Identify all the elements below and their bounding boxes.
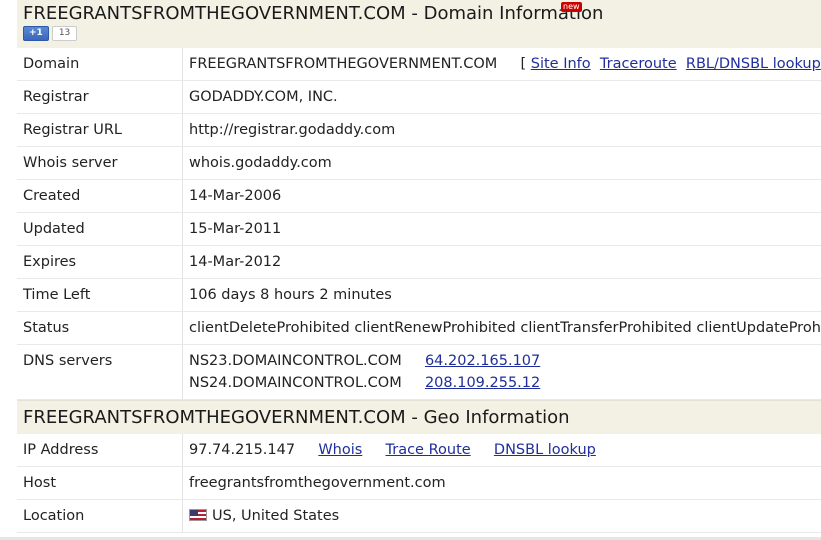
new-badge: new bbox=[561, 2, 582, 12]
dns-server-host: NS23.DOMAINCONTROL.COM bbox=[189, 353, 402, 369]
dns-server-ip-link[interactable]: 208.109.255.12 bbox=[425, 375, 540, 391]
domain-value: FREEGRANTSFROMTHEGOVERNMENT.COM bbox=[189, 56, 498, 72]
rbl-dnsbl-lookup-link[interactable]: RBL/DNSBL lookup bbox=[686, 56, 821, 72]
row-updated: Updated 15-Mar-2011 bbox=[17, 213, 821, 246]
plus-one-count: 13 bbox=[51, 26, 78, 41]
whois-report: FREEGRANTSFROMTHEGOVERNMENT.COM - Domain… bbox=[17, 0, 821, 533]
row-registrar: Registrar GODADDY.COM, INC. bbox=[17, 81, 821, 114]
updated-label: Updated bbox=[17, 213, 183, 245]
registrar-url-label: Registrar URL bbox=[17, 114, 183, 146]
location-label: Location bbox=[17, 500, 183, 532]
us-flag-icon bbox=[189, 509, 207, 521]
row-whois-server: Whois server whois.godaddy.com bbox=[17, 147, 821, 180]
status-value: clientDeleteProhibited clientRenewProhib… bbox=[189, 320, 821, 336]
row-domain: Domain FREEGRANTSFROMTHEGOVERNMENT.COM [… bbox=[17, 48, 821, 81]
ip-address-label: IP Address bbox=[17, 434, 183, 466]
expires-value: 14-Mar-2012 bbox=[189, 254, 282, 270]
dns-server-entry: NS24.DOMAINCONTROL.COM 208.109.255.12 bbox=[189, 372, 821, 394]
row-expires: Expires 14-Mar-2012 bbox=[17, 246, 821, 279]
row-dns-servers: DNS servers NS23.DOMAINCONTROL.COM 64.20… bbox=[17, 345, 821, 400]
created-label: Created bbox=[17, 180, 183, 212]
status-label: Status bbox=[17, 312, 183, 344]
domain-info-header: FREEGRANTSFROMTHEGOVERNMENT.COM - Domain… bbox=[17, 0, 821, 48]
whois-server-label: Whois server bbox=[17, 147, 183, 179]
dnsbl-lookup-link[interactable]: DNSBL lookup bbox=[494, 442, 596, 458]
geo-info-header: FREEGRANTSFROMTHEGOVERNMENT.COM - Geo In… bbox=[17, 400, 821, 434]
whois-server-value: whois.godaddy.com bbox=[189, 155, 332, 171]
updated-value: 15-Mar-2011 bbox=[189, 221, 282, 237]
domain-info-title: FREEGRANTSFROMTHEGOVERNMENT.COM - Domain… bbox=[23, 3, 604, 24]
dns-servers-label: DNS servers bbox=[17, 345, 183, 399]
dns-server-host: NS24.DOMAINCONTROL.COM bbox=[189, 375, 402, 391]
created-value: 14-Mar-2006 bbox=[189, 188, 282, 204]
whois-link[interactable]: Whois bbox=[318, 442, 362, 458]
row-host: Host freegrantsfromthegovernment.com bbox=[17, 467, 821, 500]
registrar-value: GODADDY.COM, INC. bbox=[189, 89, 338, 105]
time-left-label: Time Left bbox=[17, 279, 183, 311]
host-value: freegrantsfromthegovernment.com bbox=[189, 475, 446, 491]
location-value: US, United States bbox=[212, 508, 340, 524]
domain-value-cell: FREEGRANTSFROMTHEGOVERNMENT.COM [ Site I… bbox=[183, 48, 821, 80]
row-time-left: Time Left 106 days 8 hours 2 minutes bbox=[17, 279, 821, 312]
domain-label: Domain bbox=[17, 48, 183, 80]
row-created: Created 14-Mar-2006 bbox=[17, 180, 821, 213]
registrar-url-value: http://registrar.godaddy.com bbox=[189, 122, 396, 138]
dns-server-ip-link[interactable]: 64.202.165.107 bbox=[425, 353, 540, 369]
bracket-open: [ bbox=[520, 56, 527, 72]
social-buttons: +1 13 bbox=[23, 26, 815, 41]
traceroute-link[interactable]: Traceroute bbox=[600, 56, 677, 72]
row-registrar-url: Registrar URL http://registrar.godaddy.c… bbox=[17, 114, 821, 147]
time-left-value: 106 days 8 hours 2 minutes bbox=[189, 287, 392, 303]
host-label: Host bbox=[17, 467, 183, 499]
google-plus-one-button[interactable]: +1 bbox=[23, 26, 49, 41]
registrar-label: Registrar bbox=[17, 81, 183, 113]
ip-address-value-cell: 97.74.215.147 Whois Trace Route DNSBL lo… bbox=[183, 434, 821, 466]
row-status: Status clientDeleteProhibited clientRene… bbox=[17, 312, 821, 345]
row-ip-address: IP Address 97.74.215.147 Whois Trace Rou… bbox=[17, 434, 821, 467]
trace-route-link[interactable]: Trace Route bbox=[386, 442, 471, 458]
expires-label: Expires bbox=[17, 246, 183, 278]
geo-info-title: FREEGRANTSFROMTHEGOVERNMENT.COM - Geo In… bbox=[23, 407, 570, 428]
row-location: Location US, United States bbox=[17, 500, 821, 533]
location-value-cell: US, United States bbox=[183, 500, 821, 532]
dns-servers-value: NS23.DOMAINCONTROL.COM 64.202.165.107 NS… bbox=[183, 345, 821, 399]
ip-address-value: 97.74.215.147 bbox=[189, 442, 296, 458]
dns-server-entry: NS23.DOMAINCONTROL.COM 64.202.165.107 bbox=[189, 350, 821, 372]
site-info-link[interactable]: Site Info bbox=[531, 56, 591, 72]
